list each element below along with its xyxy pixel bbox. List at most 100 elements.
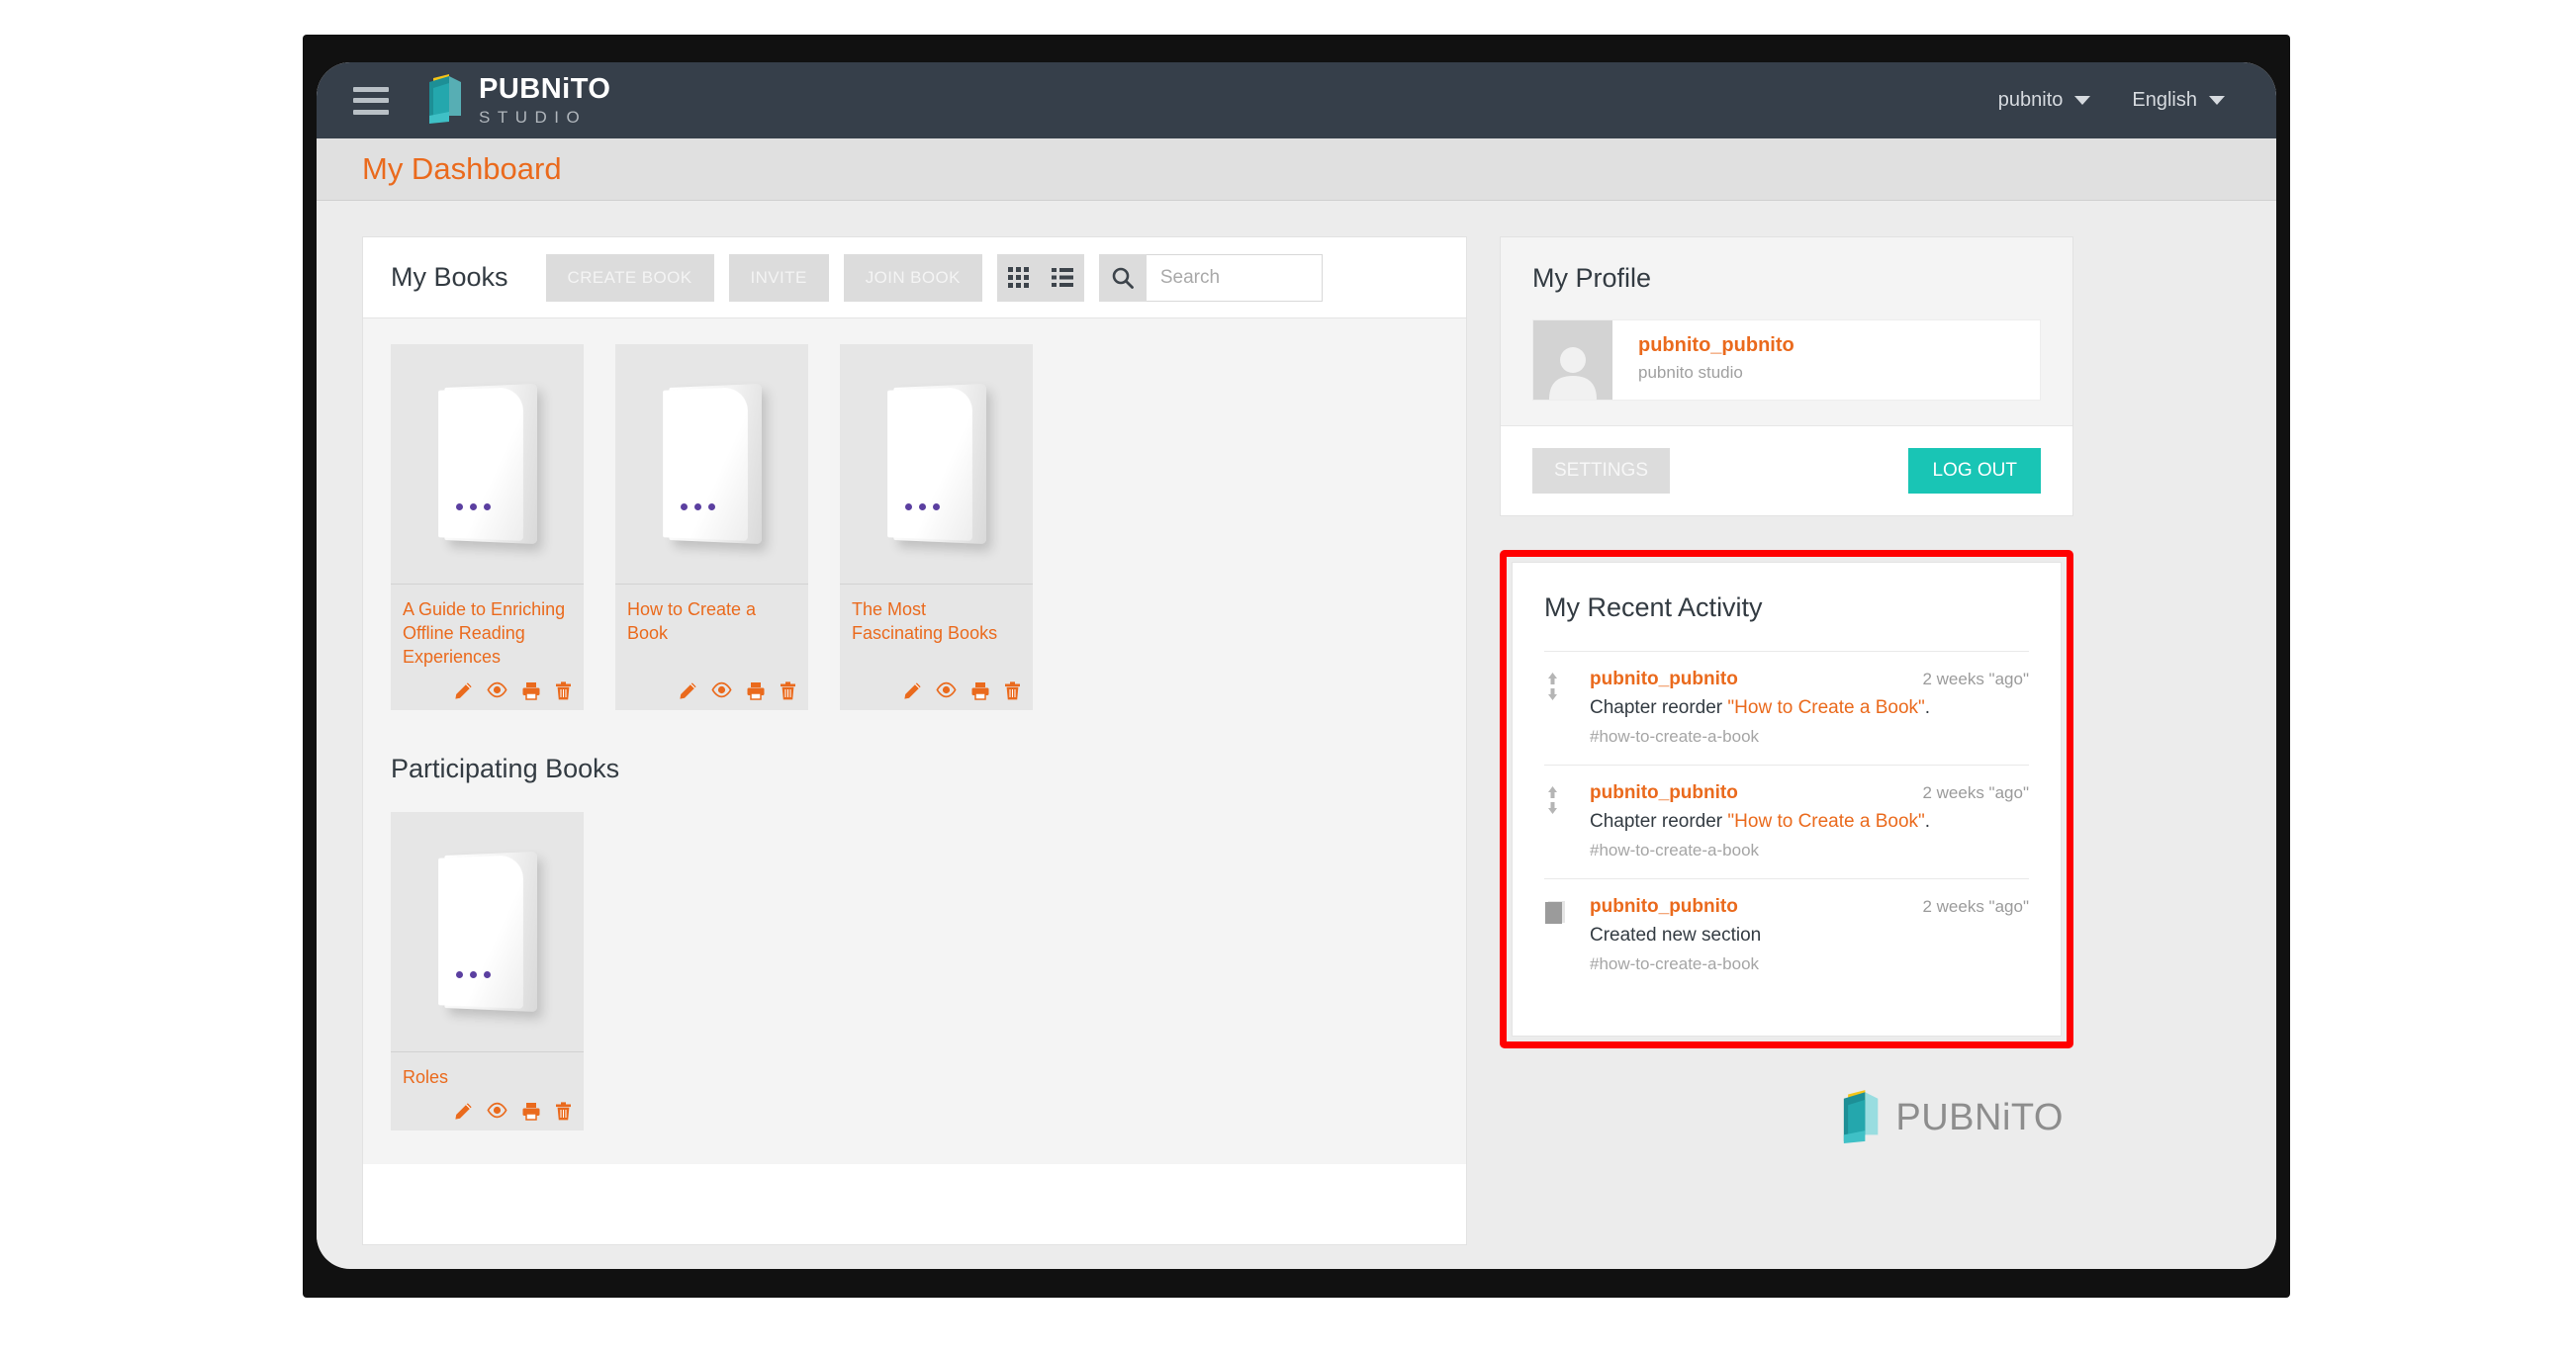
create-book-button[interactable]: CREATE BOOK [546,254,714,302]
footer-logo-text: PUBNiTO [1895,1097,2064,1139]
view-icon[interactable] [487,1102,507,1121]
activity-tag[interactable]: #how-to-create-a-book [1590,954,2029,974]
book-card[interactable]: The Most Fascinating Books [840,344,1033,710]
activity-item[interactable]: pubnito_pubnito 2 weeks "ago" Chapter re… [1544,651,2029,765]
book-card[interactable]: A Guide to Enriching Offline Reading Exp… [391,344,584,710]
activity-tag[interactable]: #how-to-create-a-book [1590,727,2029,747]
activity-highlight-box: My Recent Activity [1500,550,2073,1048]
book-page-icon [1544,896,1590,974]
book-actions [852,670,1021,700]
profile-user-row[interactable]: pubnito_pubnito pubnito studio [1532,319,2041,401]
edit-icon[interactable] [454,681,473,700]
activity-text-prefix: Chapter reorder [1590,811,1727,832]
book-actions [403,670,572,700]
activity-user[interactable]: pubnito_pubnito [1590,782,1738,804]
print-icon[interactable] [970,681,990,700]
cover-dots-icon [905,503,940,510]
page-title: My Dashboard [362,151,562,187]
avatar [1533,320,1612,400]
participating-books-shelf: Roles [391,812,1438,1131]
books-content-area: A Guide to Enriching Offline Reading Exp… [363,318,1466,1164]
brand-logo[interactable]: PUBNiTO STUDIO [423,72,610,129]
activity-user[interactable]: pubnito_pubnito [1590,896,1738,918]
sort-updown-icon [1544,669,1590,747]
page-title-bar: My Dashboard [317,138,2276,201]
book-cover-thumbnail[interactable] [840,344,1033,585]
view-icon[interactable] [936,681,957,700]
invite-button[interactable]: INVITE [729,254,829,302]
print-icon[interactable] [521,1102,541,1121]
edit-icon[interactable] [454,1102,473,1121]
brand-name: PUBNiTO [479,75,610,104]
book-title[interactable]: Roles [403,1066,572,1090]
activity-book-link[interactable]: "How to Create a Book" [1727,697,1924,718]
view-icon[interactable] [487,681,507,700]
my-recent-activity-panel: My Recent Activity [1512,562,2062,1037]
activity-tag[interactable]: #how-to-create-a-book [1590,841,2029,860]
my-books-panel: My Books CREATE BOOK INVITE JOIN BOOK [362,236,1467,1245]
print-icon[interactable] [521,681,541,700]
book-cover-thumbnail[interactable] [391,812,584,1052]
book-card[interactable]: How to Create a Book [615,344,808,710]
edit-icon[interactable] [679,681,697,700]
activity-book-link[interactable]: "How to Create a Book" [1727,811,1924,832]
pubnito-book-icon [1837,1088,1883,1148]
my-recent-activity-heading: My Recent Activity [1544,592,2029,623]
book-title[interactable]: A Guide to Enriching Offline Reading Exp… [403,598,572,670]
book-title[interactable]: How to Create a Book [627,598,796,646]
search-input[interactable] [1147,254,1323,302]
join-book-button[interactable]: JOIN BOOK [844,254,982,302]
chevron-down-icon [2074,96,2090,105]
my-profile-panel: My Profile pubnito_pubnito pubnito studi… [1500,236,2073,516]
book-cover-art [436,386,539,542]
book-actions [627,670,796,700]
hamburger-menu-icon[interactable] [353,87,389,115]
activity-timestamp: 2 weeks "ago" [1922,670,2029,689]
book-cover-art [436,854,539,1010]
book-cover-art [885,386,988,542]
activity-timestamp: 2 weeks "ago" [1922,897,2029,917]
book-title[interactable]: The Most Fascinating Books [852,598,1021,646]
language-menu-dropdown[interactable]: English [2132,89,2225,112]
delete-icon[interactable] [780,681,796,700]
activity-list: pubnito_pubnito 2 weeks "ago" Chapter re… [1544,651,2029,992]
chevron-down-icon [2209,96,2225,105]
activity-text-suffix: . [1925,811,1930,832]
activity-item[interactable]: pubnito_pubnito 2 weeks "ago" Created ne… [1544,878,2029,992]
device-frame: PUBNiTO STUDIO pubnito English My Dashbo… [303,35,2290,1298]
edit-icon[interactable] [903,681,922,700]
grid-view-icon[interactable] [997,254,1041,302]
settings-button[interactable]: SETTINGS [1532,448,1670,494]
search-icon[interactable] [1099,254,1147,302]
language-menu-label: English [2132,89,2197,112]
activity-text: Created new section [1590,925,2029,947]
footer-logo: PUBNiTO [1500,1048,2073,1176]
user-menu-dropdown[interactable]: pubnito [1998,89,2091,112]
dashboard-body: My Books CREATE BOOK INVITE JOIN BOOK [317,201,2276,1268]
my-books-toolbar: My Books CREATE BOOK INVITE JOIN BOOK [363,237,1466,318]
pubnito-book-icon [423,72,465,129]
brand-subtitle: STUDIO [479,109,610,126]
list-view-icon[interactable] [1041,254,1084,302]
profile-username[interactable]: pubnito_pubnito [1638,334,1794,357]
activity-item[interactable]: pubnito_pubnito 2 weeks "ago" Chapter re… [1544,765,2029,878]
delete-icon[interactable] [555,1102,572,1121]
book-cover-art [661,386,764,542]
book-card[interactable]: Roles [391,812,584,1131]
activity-user[interactable]: pubnito_pubnito [1590,669,1738,690]
right-sidebar: My Profile pubnito_pubnito pubnito studi… [1500,236,2073,1176]
book-cover-thumbnail[interactable] [391,344,584,585]
print-icon[interactable] [746,681,766,700]
profile-organization: pubnito studio [1638,363,1794,383]
book-cover-thumbnail[interactable] [615,344,808,585]
activity-text-prefix: Created new section [1590,925,1761,946]
logout-button[interactable]: LOG OUT [1908,448,2041,494]
view-icon[interactable] [711,681,732,700]
top-navigation-bar: PUBNiTO STUDIO pubnito English [317,62,2276,138]
delete-icon[interactable] [555,681,572,700]
search-group [1099,254,1323,302]
cover-dots-icon [456,503,491,510]
cover-dots-icon [681,503,715,510]
activity-timestamp: 2 weeks "ago" [1922,783,2029,803]
delete-icon[interactable] [1004,681,1021,700]
